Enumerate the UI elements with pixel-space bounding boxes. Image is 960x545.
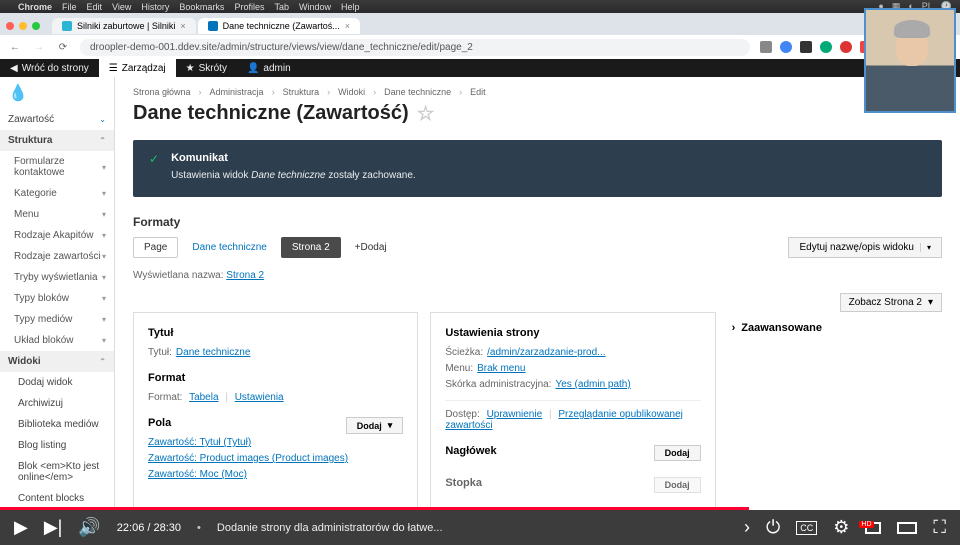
page-title: Dane techniczne (Zawartość) ☆ [115, 97, 960, 140]
display-name-link[interactable]: Strona 2 [226, 270, 264, 281]
browser-tab-2[interactable]: Dane techniczne (Zawartoś... × [198, 18, 360, 34]
sidebar-item[interactable]: Blok <em>Kto jest online</em> [0, 456, 114, 488]
sidebar-structure[interactable]: Struktura⌃ [0, 130, 114, 151]
display-tab-add[interactable]: +Dodaj [345, 238, 397, 257]
window-controls[interactable] [6, 22, 40, 30]
title-link[interactable]: Dane techniczne [176, 347, 251, 358]
display-tab-page[interactable]: Page [133, 237, 178, 258]
sidebar-item[interactable]: Rodzaje zawartości▾ [0, 246, 114, 267]
browser-tab-1[interactable]: Silniki zaburtowe | Silniki × [52, 18, 196, 34]
sidebar-item[interactable]: Rodzaje Akapitów▾ [0, 225, 114, 246]
skin-link[interactable]: Yes (admin path) [555, 379, 630, 390]
status-message: ✓ Komunikat Ustawienia widok Dane techni… [133, 140, 942, 197]
sidebar-item[interactable]: Kategorie▾ [0, 183, 114, 204]
path-link[interactable]: /admin/zarzadzanie-prod... [487, 347, 605, 358]
captions-button[interactable]: CC [796, 521, 817, 535]
presenter-webcam [864, 8, 956, 113]
chevron-down-icon: ▾ [928, 297, 933, 308]
user-icon: 👤 [247, 63, 259, 74]
check-icon: ✓ [149, 152, 159, 181]
toolbar-manage[interactable]: ☰ Zarządzaj [99, 59, 176, 77]
formats-heading: Formaty [133, 215, 942, 229]
app-name[interactable]: Chrome [18, 2, 52, 12]
fullscreen-button[interactable]: ⛶ [933, 517, 946, 538]
field-link[interactable]: Zawartość: Product images (Product image… [148, 453, 348, 464]
star-outline-icon[interactable]: ☆ [417, 101, 435, 126]
sidebar-item[interactable]: Tryby wyświetlania▾ [0, 267, 114, 288]
admin-sidebar: 💧 Zawartość⌄ Struktura⌃ Formularze konta… [0, 77, 115, 510]
sidebar-item[interactable]: Typy bloków▾ [0, 288, 114, 309]
sidebar-item[interactable]: Typy mediów▾ [0, 309, 114, 330]
browser-chrome: Silniki zaburtowe | Silniki × Dane techn… [0, 13, 960, 59]
reload-button[interactable]: ⟳ [56, 42, 70, 53]
menu-link[interactable]: Brak menu [477, 363, 525, 374]
access-link[interactable]: Uprawnienie [487, 409, 543, 420]
sidebar-item[interactable]: Biblioteka mediów [0, 414, 114, 435]
breadcrumb: Strona główna› Administracja› Struktura›… [115, 77, 960, 97]
chapter-next-icon[interactable]: › [744, 517, 750, 538]
video-time: 22:06 / 28:30 [117, 522, 181, 534]
panel-title-format-fields: Tytuł Tytuł:Dane techniczne Format Forma… [133, 312, 418, 508]
toolbar-shortcuts[interactable]: ★ Skróty [176, 59, 237, 77]
edit-view-name-button[interactable]: Edytuj nazwę/opis widoku▾ [788, 237, 942, 258]
video-controls: ▶ ▶| 🔊 22:06 / 28:30 • Dodanie strony dl… [0, 510, 960, 545]
field-link[interactable]: Zawartość: Tytuł (Tytuł) [148, 437, 251, 448]
volume-button[interactable]: 🔊 [78, 517, 100, 538]
panel-page-settings: Ustawienia strony Ścieżka:/admin/zarzadz… [430, 312, 715, 508]
sidebar-item[interactable]: Menu▾ [0, 204, 114, 225]
autoplay-toggle[interactable]: ⏻ [766, 517, 780, 538]
add-footer-button[interactable]: Dodaj [654, 477, 701, 493]
play-button[interactable]: ▶ [14, 517, 28, 538]
video-title: Dodanie strony dla administratorów do ła… [217, 522, 728, 534]
close-icon[interactable]: × [345, 21, 350, 31]
sidebar-item[interactable]: Formularze kontaktowe▾ [0, 151, 114, 183]
add-header-button[interactable]: Dodaj [654, 445, 701, 461]
close-icon[interactable]: × [180, 21, 185, 31]
chevron-right-icon: › [732, 322, 736, 334]
sidebar-item[interactable]: Układ bloków▾ [0, 330, 114, 351]
toolbar-user[interactable]: 👤 admin [237, 59, 301, 77]
field-link[interactable]: Zawartość: Moc (Moc) [148, 469, 247, 480]
forward-button: → [32, 42, 46, 53]
format-settings-link[interactable]: Ustawienia [235, 392, 284, 403]
back-button[interactable]: ← [8, 42, 22, 53]
panel-advanced: › Zaawansowane [728, 312, 942, 508]
format-link[interactable]: Tabela [189, 392, 218, 403]
chevron-down-icon: ▾ [388, 420, 393, 431]
chevron-down-icon[interactable]: ▾ [920, 243, 931, 252]
hamburger-icon: ☰ [109, 63, 118, 74]
display-tab-strona2[interactable]: Strona 2 [281, 237, 341, 258]
sidebar-item[interactable]: Dodaj widok [0, 372, 114, 393]
drupal-logo-icon[interactable]: 💧 [0, 77, 114, 109]
admin-toolbar: ◀ Wróć do strony ☰ Zarządzaj ★ Skróty 👤 … [0, 59, 960, 77]
theater-button[interactable] [897, 522, 917, 534]
star-icon: ★ [186, 63, 195, 74]
next-button[interactable]: ▶| [44, 517, 63, 538]
toolbar-back[interactable]: ◀ Wróć do strony [0, 59, 99, 77]
access-perm-link[interactable]: Przeglądanie opublikowanej zawartości [445, 409, 683, 431]
sidebar-content[interactable]: Zawartość⌄ [0, 109, 114, 130]
view-display-dropdown[interactable]: Zobacz Strona 2▾ [840, 293, 942, 312]
settings-button[interactable]: ⚙HD [833, 517, 849, 538]
macos-menubar: Chrome File Edit View History Bookmarks … [0, 0, 960, 13]
display-tab-data[interactable]: Dane techniczne [182, 238, 277, 257]
back-icon: ◀ [10, 63, 18, 74]
advanced-toggle[interactable]: › Zaawansowane [732, 322, 928, 334]
sidebar-item[interactable]: Content blocks [0, 488, 114, 509]
sidebar-views[interactable]: Widoki⌃ [0, 351, 114, 372]
sidebar-item[interactable]: Archiwizuj [0, 393, 114, 414]
url-input[interactable]: droopler-demo-001.ddev.site/admin/struct… [80, 39, 750, 56]
main-content: Strona główna› Administracja› Struktura›… [115, 77, 960, 510]
add-field-button[interactable]: Dodaj▾ [346, 417, 404, 434]
sidebar-item[interactable]: Blog listing [0, 435, 114, 456]
